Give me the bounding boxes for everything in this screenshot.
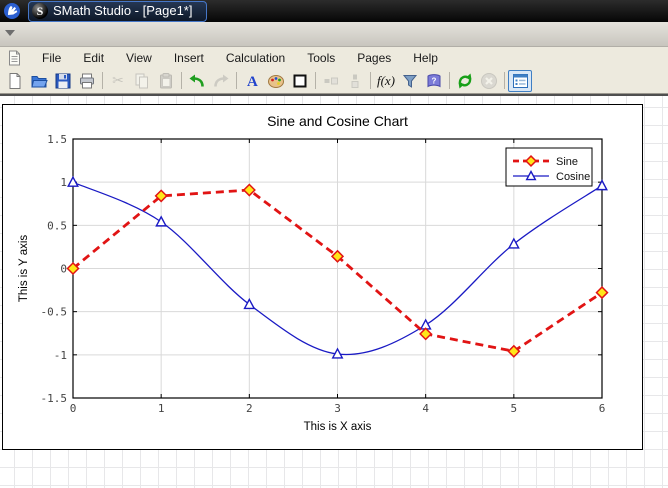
svg-text:This is Y axis: This is Y axis (18, 235, 30, 303)
filter-button[interactable] (398, 70, 422, 92)
reference-book-button[interactable]: ? (422, 70, 446, 92)
new-page-button[interactable] (3, 70, 27, 92)
window-title: SMath Studio - [Page1*] (53, 3, 192, 18)
menu-item-pages[interactable]: Pages (346, 48, 402, 68)
fx-icon: f(x) (377, 73, 395, 89)
svg-text:1: 1 (60, 176, 67, 189)
svg-text:6: 6 (599, 402, 606, 415)
copy-button (130, 70, 154, 92)
cut-button: ✂ (106, 70, 130, 92)
svg-text:-0.5: -0.5 (41, 306, 68, 319)
undo-button[interactable] (185, 70, 209, 92)
sine-cosine-chart: 0 1 2 3 4 5 6 -1.5 -1 -0.5 0 0.5 1 1.5 Sine and Cosine… (3, 105, 642, 449)
align-horizontal-button (319, 70, 343, 92)
svg-text:4: 4 (422, 402, 429, 415)
print-button[interactable] (75, 70, 99, 92)
svg-text:3: 3 (334, 402, 341, 415)
align-vertical-button (343, 70, 367, 92)
svg-text:0: 0 (60, 263, 67, 276)
color-palette-button[interactable] (264, 70, 288, 92)
redo-button (209, 70, 233, 92)
scissors-icon: ✂ (112, 74, 124, 88)
svg-text:5: 5 (511, 402, 518, 415)
menu-bar: FileEditViewInsertCalculationToolsPagesH… (0, 47, 668, 68)
menu-item-help[interactable]: Help (402, 48, 449, 68)
svg-text:Cosine: Cosine (556, 171, 590, 183)
toolbar-separator (315, 72, 316, 89)
page-document-icon[interactable] (7, 50, 22, 66)
window-sub-bar (0, 22, 668, 47)
toolbar: ✂ A f(x) ? (0, 68, 668, 94)
border-button[interactable] (288, 70, 312, 92)
svg-text:-1: -1 (54, 349, 67, 362)
svg-text:1.5: 1.5 (47, 133, 67, 146)
svg-text:0: 0 (70, 402, 77, 415)
menu-items: FileEditViewInsertCalculationToolsPagesH… (31, 48, 449, 68)
collapse-arrow-icon[interactable] (5, 30, 15, 36)
toolbar-separator (181, 72, 182, 89)
refresh-button[interactable] (453, 70, 477, 92)
title-bar: S SMath Studio - [Page1*] (0, 0, 668, 22)
svg-text:1: 1 (158, 402, 165, 415)
svg-text:Sine and Cosine Chart: Sine and Cosine Chart (267, 113, 408, 129)
menu-item-edit[interactable]: Edit (72, 48, 115, 68)
side-panel-icon (512, 73, 529, 89)
svg-text:?: ? (432, 76, 437, 85)
app-hand-icon (3, 2, 21, 20)
menu-item-file[interactable]: File (31, 48, 72, 68)
smath-logo-icon: S (32, 3, 48, 19)
toolbar-separator (102, 72, 103, 89)
toolbar-separator (504, 72, 505, 89)
function-button[interactable]: f(x) (374, 70, 398, 92)
font-button[interactable]: A (240, 70, 264, 92)
menu-item-insert[interactable]: Insert (163, 48, 215, 68)
save-button[interactable] (51, 70, 75, 92)
svg-text:0.5: 0.5 (47, 219, 67, 232)
window-icon[interactable] (0, 0, 24, 22)
window-title-tab: S SMath Studio - [Page1*] (28, 1, 207, 22)
svg-text:A: A (247, 74, 258, 90)
worksheet-canvas[interactable]: 0 1 2 3 4 5 6 -1.5 -1 -0.5 0 0.5 1 1.5 Sine and Cosine… (0, 94, 668, 488)
toolbar-separator (236, 72, 237, 89)
stop-button (477, 70, 501, 92)
menu-item-calculation[interactable]: Calculation (215, 48, 296, 68)
paste-button (154, 70, 178, 92)
toolbar-separator (370, 72, 371, 89)
chart-element[interactable]: 0 1 2 3 4 5 6 -1.5 -1 -0.5 0 0.5 1 1.5 Sine and Cosine… (2, 104, 643, 450)
open-button[interactable] (27, 70, 51, 92)
toolbar-separator (449, 72, 450, 89)
svg-text:2: 2 (246, 402, 253, 415)
svg-text:Sine: Sine (556, 156, 578, 168)
side-panel-toggle-button[interactable] (508, 70, 532, 92)
menu-item-tools[interactable]: Tools (296, 48, 346, 68)
menu-item-view[interactable]: View (115, 48, 163, 68)
svg-text:This is X axis: This is X axis (304, 421, 372, 433)
svg-text:-1.5: -1.5 (41, 392, 68, 405)
